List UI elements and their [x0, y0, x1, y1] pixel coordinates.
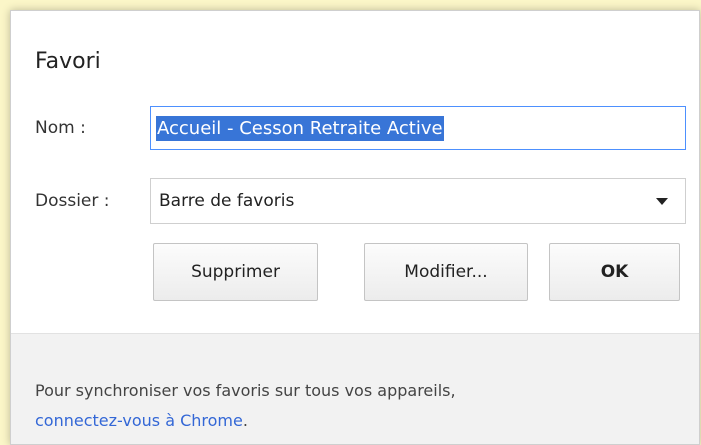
bookmark-name-input[interactable]: Accueil - Cesson Retraite Active	[150, 106, 686, 150]
sync-text: Pour synchroniser vos favoris sur tous v…	[35, 381, 456, 400]
dropdown-arrow-icon	[656, 198, 668, 205]
sync-message: Pour synchroniser vos favoris sur tous v…	[35, 376, 456, 436]
bookmark-dialog: Favori Nom : Accueil - Cesson Retraite A…	[10, 10, 700, 445]
ok-button[interactable]: OK	[549, 243, 680, 301]
sync-suffix: .	[242, 411, 248, 430]
name-label: Nom :	[35, 118, 86, 138]
folder-label: Dossier :	[35, 191, 110, 211]
dialog-title: Favori	[35, 49, 101, 74]
bookmark-name-value: Accueil - Cesson Retraite Active	[156, 115, 444, 141]
folder-select[interactable]: Barre de favoris	[150, 178, 686, 224]
edit-button[interactable]: Modifier...	[364, 243, 528, 301]
sign-in-link[interactable]: connectez-vous à Chrome	[35, 411, 243, 430]
sync-footer: Pour synchroniser vos favoris sur tous v…	[11, 333, 699, 444]
delete-button[interactable]: Supprimer	[153, 243, 318, 301]
folder-select-value: Barre de favoris	[159, 191, 295, 211]
